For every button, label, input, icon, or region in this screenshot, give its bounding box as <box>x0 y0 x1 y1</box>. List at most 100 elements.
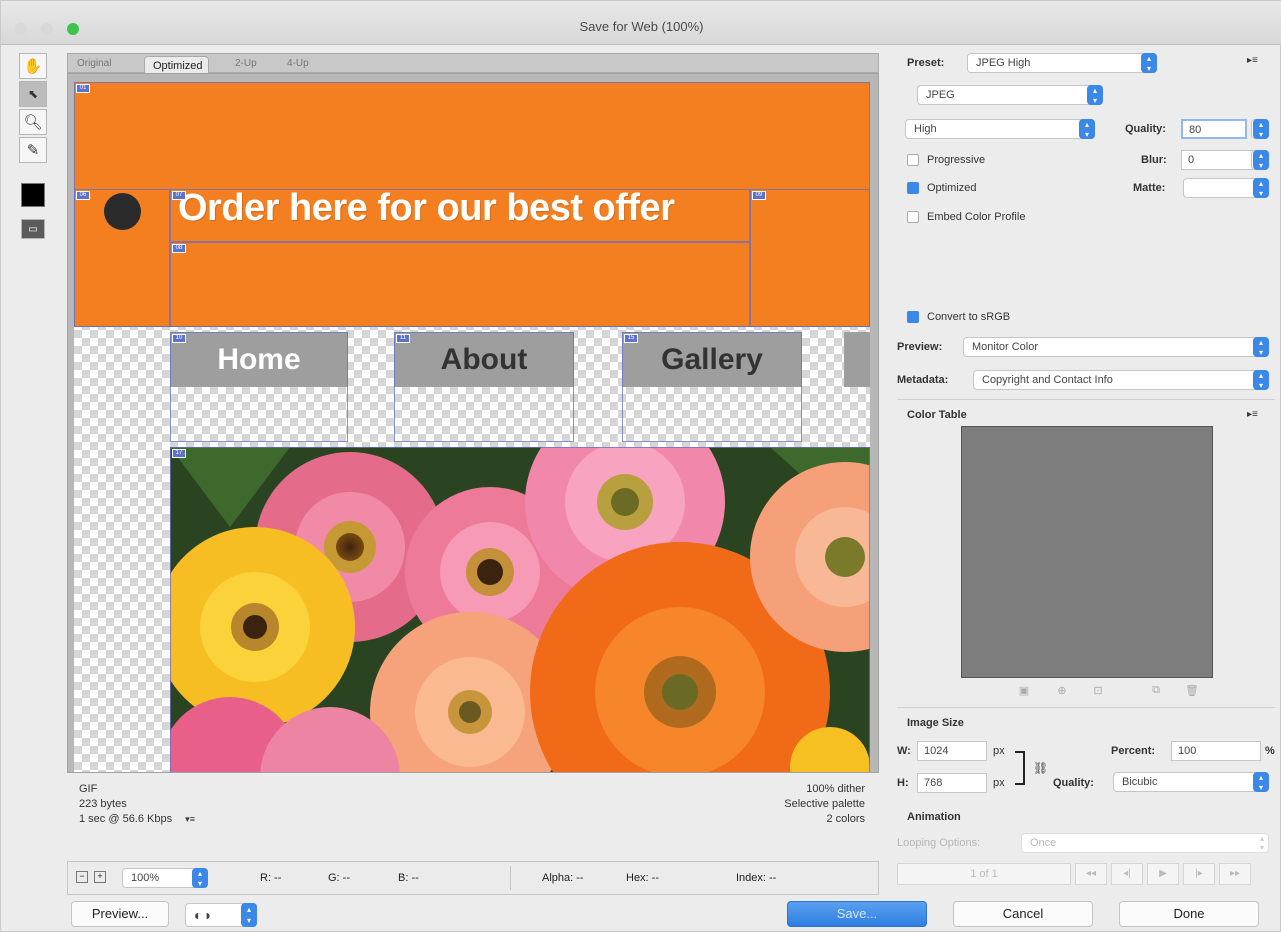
slice-number-tag[interactable]: 01 <box>76 84 90 93</box>
window-title: Save for Web (100%) <box>579 19 704 34</box>
slice-outline <box>750 189 870 327</box>
convert-srgb-checkbox[interactable] <box>907 311 919 323</box>
zoom-tool[interactable]: 🔍︎ <box>19 109 47 135</box>
looping-options-label: Looping Options: <box>897 837 981 849</box>
height-label: H: <box>897 777 909 789</box>
last-frame-icon[interactable]: ▸▸ <box>1219 863 1251 885</box>
chevron-updown-icon: ▴ ▾ <box>1253 119 1269 139</box>
preview-color-select[interactable]: Monitor Color ▴ ▾ <box>963 337 1269 357</box>
height-unit: px <box>993 777 1005 789</box>
index-readout: Index: -- <box>736 872 777 884</box>
download-speed-menu-icon[interactable]: ▾≡ <box>185 814 195 824</box>
slice-outline <box>170 189 750 242</box>
resample-quality-select[interactable]: Bicubic ▴ ▾ <box>1113 772 1269 792</box>
toolbox: ✋ ⬉ 🔍︎ ✎ ▭ <box>15 53 53 253</box>
trash-icon[interactable]: 🗑︎ <box>1183 684 1201 700</box>
looping-options-select[interactable]: Once ▴ ▾ <box>1021 833 1269 853</box>
file-format: GIF <box>79 783 98 795</box>
metadata-select[interactable]: Copyright and Contact Info ▴ ▾ <box>973 370 1269 390</box>
file-format-select[interactable]: JPEG ▴ ▾ <box>917 85 1103 105</box>
lock-color-icon[interactable]: ⊡ <box>1089 684 1107 700</box>
optimization-info: GIF 223 bytes 1 sec @ 56.6 Kbps ▾≡ 100% … <box>67 776 879 856</box>
palette-info: Selective palette <box>784 798 865 810</box>
alpha-readout: Alpha: -- <box>542 872 584 884</box>
chevron-updown-icon: ▴ ▾ <box>1141 53 1157 73</box>
save-button[interactable]: Save... <box>787 901 927 927</box>
done-button[interactable]: Done <box>1119 901 1259 927</box>
width-label: W: <box>897 745 911 757</box>
tab-original[interactable]: Original <box>72 56 116 72</box>
chevron-updown-icon: ▴ ▾ <box>1079 119 1095 139</box>
animation-title: Animation <box>907 811 961 823</box>
width-input[interactable]: 1024 <box>917 741 987 761</box>
new-color-icon[interactable]: ⧉ <box>1147 684 1165 700</box>
tab-4-up[interactable]: 4-Up <box>282 56 314 72</box>
browser-icon: ◐◑ <box>194 907 211 923</box>
zoom-level-select[interactable]: 100% ▴ ▾ <box>122 868 208 888</box>
eyedropper-tool[interactable]: ✎ <box>19 137 47 163</box>
divider <box>510 866 511 890</box>
matte-label: Matte: <box>1133 182 1166 194</box>
hand-icon: ✋ <box>23 58 43 75</box>
blur-input[interactable]: 0 <box>1181 150 1253 170</box>
web-snap-icon[interactable]: ⊕ <box>1053 684 1071 700</box>
slice-number-tag[interactable]: 11 <box>396 334 410 343</box>
chevron-updown-icon: ▴ ▾ <box>1253 150 1269 170</box>
link-icon[interactable]: ⛓ <box>1033 761 1048 775</box>
chevron-updown-icon: ▴ ▾ <box>1253 772 1269 792</box>
eyedropper-color-swatch[interactable] <box>21 183 45 207</box>
slice-select-tool[interactable]: ⬉ <box>19 81 47 107</box>
color-table-grid[interactable] <box>961 426 1213 678</box>
cancel-button[interactable]: Cancel <box>953 901 1093 927</box>
view-tabs: Original Optimized 2-Up 4-Up <box>67 53 879 76</box>
first-frame-icon[interactable]: ◂◂ <box>1075 863 1107 885</box>
percent-input[interactable]: 100 <box>1171 741 1261 761</box>
preview-canvas[interactable]: Order here for our best offer Home About… <box>67 73 879 773</box>
resample-quality-label: Quality: <box>1053 777 1094 789</box>
quality-slider-toggle[interactable]: ▴ ▾ <box>1251 119 1269 139</box>
chevron-updown-icon: ▴ ▾ <box>1253 178 1269 198</box>
optimized-checkbox[interactable] <box>907 182 919 194</box>
toggle-slices-visibility-button[interactable]: ▭ <box>21 219 45 239</box>
hand-tool[interactable]: ✋ <box>19 53 47 79</box>
chevron-updown-icon: ▴ ▾ <box>1253 337 1269 357</box>
slice-select-icon: ⬉ <box>27 87 39 101</box>
browser-preview-select[interactable]: ◐◑ ▴ ▾ <box>185 903 257 927</box>
slice-number-tag[interactable]: 10 <box>172 334 186 343</box>
tab-2-up[interactable]: 2-Up <box>230 56 262 72</box>
slice-outline <box>394 332 574 442</box>
optimize-menu-icon[interactable]: ▸≡ <box>1247 55 1258 66</box>
quality-preset-select[interactable]: High ▴ ▾ <box>905 119 1095 139</box>
embed-color-profile-checkbox[interactable] <box>907 211 919 223</box>
preview-button[interactable]: Preview... <box>71 901 169 927</box>
zoom-out-button[interactable]: − <box>76 871 88 883</box>
next-frame-icon[interactable]: |▸ <box>1183 863 1215 885</box>
divider <box>897 707 1275 708</box>
metadata-label: Metadata: <box>897 374 949 386</box>
quality-input[interactable]: 80 <box>1181 119 1247 139</box>
progressive-checkbox[interactable] <box>907 154 919 166</box>
slice-number-tag[interactable]: 07 <box>172 191 186 200</box>
color-table-menu-icon[interactable]: ▸≡ <box>1247 409 1258 420</box>
slice-outline <box>170 332 348 442</box>
slices-icon: ▭ <box>28 223 38 235</box>
info-bar: − + 100% ▴ ▾ R: -- G: -- B: -- Alpha: -- H… <box>67 861 879 895</box>
zoom-in-button[interactable]: + <box>94 871 106 883</box>
previous-frame-icon[interactable]: ◂| <box>1111 863 1143 885</box>
slice-number-tag[interactable]: 09 <box>752 191 766 200</box>
preset-select[interactable]: JPEG High ▴ ▾ <box>967 53 1157 73</box>
chevron-updown-icon: ▴ ▾ <box>192 868 208 888</box>
preset-label: Preset: <box>907 57 945 69</box>
slice-number-tag[interactable]: 15 <box>624 334 638 343</box>
map-transparency-icon[interactable]: ▣ <box>1015 684 1033 700</box>
slice-number-tag[interactable]: 06 <box>76 191 90 200</box>
chevron-updown-icon: ▴ ▾ <box>1253 370 1269 390</box>
slice-number-tag[interactable]: 17 <box>172 449 186 458</box>
slice-number-tag[interactable]: 08 <box>172 244 186 253</box>
play-icon[interactable]: ▶ <box>1147 863 1179 885</box>
blur-label: Blur: <box>1141 154 1167 166</box>
height-input[interactable]: 768 <box>917 773 987 793</box>
chevron-updown-icon: ▴ ▾ <box>1259 834 1264 852</box>
blur-slider-toggle[interactable]: ▴ ▾ <box>1251 150 1269 170</box>
matte-select[interactable]: ▴ ▾ <box>1183 178 1269 198</box>
